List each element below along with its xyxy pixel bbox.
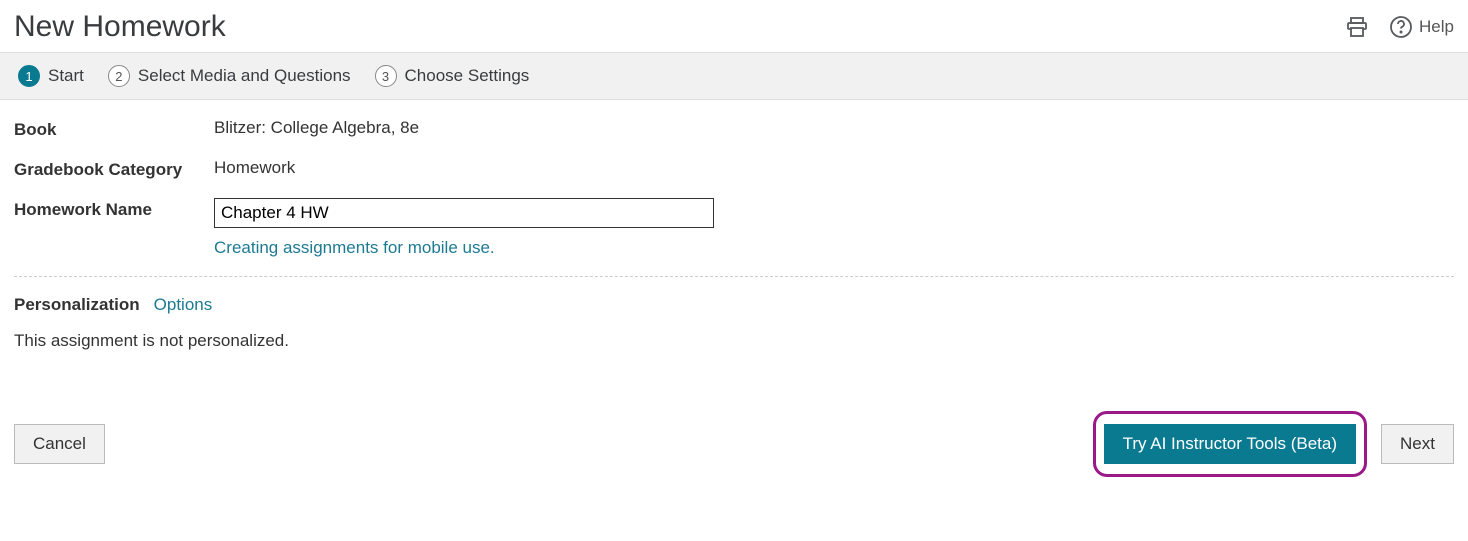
gradebook-category-value: Homework xyxy=(214,158,295,178)
step-number: 3 xyxy=(375,65,397,87)
gradebook-category-label: Gradebook Category xyxy=(14,158,214,180)
next-button[interactable]: Next xyxy=(1381,424,1454,464)
print-icon[interactable] xyxy=(1345,15,1369,39)
help-icon xyxy=(1389,15,1413,39)
step-choose-settings[interactable]: 3 Choose Settings xyxy=(375,65,530,87)
help-button[interactable]: Help xyxy=(1389,15,1454,39)
step-select-media[interactable]: 2 Select Media and Questions xyxy=(108,65,351,87)
personalization-options-link[interactable]: Options xyxy=(154,295,213,315)
ai-instructor-tools-button[interactable]: Try AI Instructor Tools (Beta) xyxy=(1104,424,1356,464)
step-label: Start xyxy=(48,66,84,86)
personalization-status: This assignment is not personalized. xyxy=(0,331,1468,351)
step-label: Choose Settings xyxy=(405,66,530,86)
page-title: New Homework xyxy=(14,10,226,44)
book-label: Book xyxy=(14,118,214,140)
help-label: Help xyxy=(1419,17,1454,37)
cancel-button[interactable]: Cancel xyxy=(14,424,105,464)
mobile-hint-link[interactable]: Creating assignments for mobile use. xyxy=(214,238,495,258)
step-label: Select Media and Questions xyxy=(138,66,351,86)
divider xyxy=(14,276,1454,277)
step-number: 2 xyxy=(108,65,130,87)
step-number: 1 xyxy=(18,65,40,87)
book-value: Blitzer: College Algebra, 8e xyxy=(214,118,419,138)
homework-name-input[interactable] xyxy=(214,198,714,228)
step-bar: 1 Start 2 Select Media and Questions 3 C… xyxy=(0,52,1468,100)
ai-tools-highlight: Try AI Instructor Tools (Beta) xyxy=(1093,411,1367,477)
step-start[interactable]: 1 Start xyxy=(18,65,84,87)
personalization-label: Personalization xyxy=(14,295,140,315)
homework-name-label: Homework Name xyxy=(14,198,214,220)
